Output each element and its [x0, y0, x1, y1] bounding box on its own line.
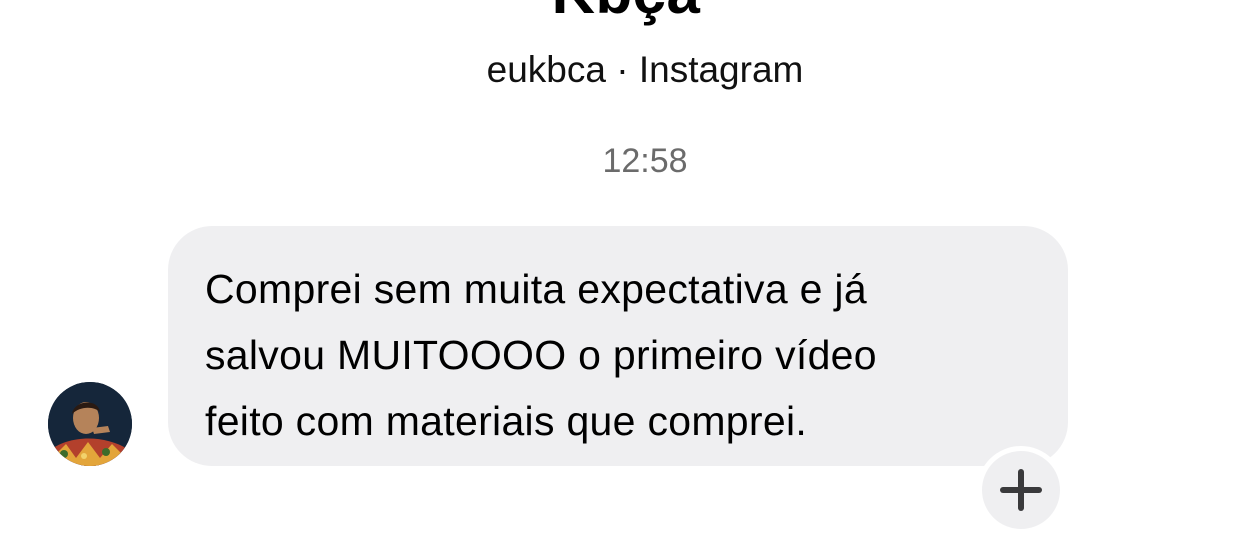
avatar[interactable]: [48, 382, 132, 466]
profile-subtitle: eukbca · Instagram: [486, 49, 804, 90]
message-bubble[interactable]: Comprei sem muita expectativa e já salvo…: [168, 226, 1068, 466]
avatar-image: [48, 382, 132, 466]
message-line: salvou MUITOOOO o primeiro vídeo: [205, 332, 877, 378]
message-line: feito com materiais que comprei.: [205, 398, 808, 444]
plus-icon: [1000, 469, 1042, 511]
message-timestamp: 12:58: [602, 142, 688, 180]
profile-name: Kbça: [0, 0, 1252, 28]
add-reaction-button[interactable]: [977, 446, 1065, 534]
message-line: Comprei sem muita expectativa e já: [205, 266, 867, 312]
